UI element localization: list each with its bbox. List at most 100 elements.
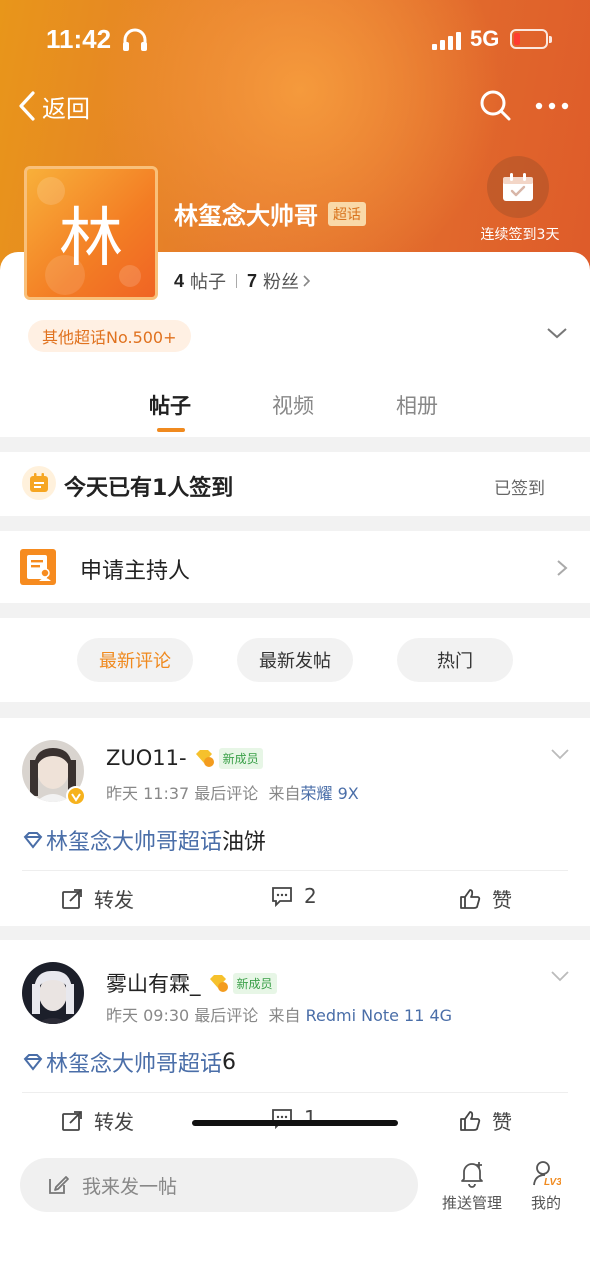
headphone-icon bbox=[123, 28, 147, 51]
divider bbox=[22, 870, 568, 871]
back-button[interactable]: 返回 bbox=[16, 88, 90, 124]
active-tab-indicator bbox=[157, 428, 185, 432]
comment-icon bbox=[272, 1109, 292, 1130]
chevron-down-icon[interactable] bbox=[550, 970, 570, 982]
post-meta: 昨天 09:30 最后评论 来自 Redmi Note 11 4G bbox=[106, 1002, 452, 1026]
device-name[interactable]: 荣耀 9X bbox=[300, 784, 358, 803]
compose-placeholder: 我来发一帖 bbox=[82, 1175, 178, 1198]
like-label: 赞 bbox=[492, 888, 512, 912]
checkin-count-text: 今天已有1人签到 bbox=[64, 476, 234, 501]
source-prefix: 来自 bbox=[268, 784, 301, 803]
search-icon[interactable] bbox=[478, 88, 512, 122]
thumbs-up-icon bbox=[460, 1110, 481, 1131]
user-level-icon: LV3 bbox=[533, 1161, 561, 1188]
username[interactable]: 雾山有霖_ bbox=[106, 968, 201, 998]
supertopic-diamond-icon bbox=[23, 832, 43, 849]
tab-posts[interactable]: 帖子 bbox=[149, 390, 191, 420]
push-management-label: 推送管理 bbox=[441, 1194, 502, 1212]
fans-count[interactable]: 7 bbox=[247, 271, 257, 292]
calendar-icon bbox=[22, 466, 56, 500]
topic-title: 林玺念大帅哥 超话 bbox=[174, 196, 366, 231]
sort-filter-bar: 最新评论 最新发帖 热门 bbox=[0, 618, 590, 702]
compose-post-input[interactable]: 我来发一帖 bbox=[20, 1158, 418, 1212]
repost-icon bbox=[62, 888, 82, 909]
repost-icon bbox=[62, 1110, 82, 1131]
home-indicator bbox=[192, 1120, 398, 1126]
post-content: 林玺念大帅哥超话 油饼 bbox=[22, 824, 266, 856]
tab-videos[interactable]: 视频 bbox=[272, 390, 314, 420]
chevron-right-icon bbox=[557, 560, 568, 576]
comment-count: 1 bbox=[304, 1106, 317, 1130]
verified-badge-icon bbox=[66, 786, 86, 806]
apply-host-label: 申请主持人 bbox=[80, 559, 191, 584]
source-prefix: 来自 bbox=[268, 1006, 301, 1025]
chevron-down-icon[interactable] bbox=[546, 326, 568, 340]
my-profile-label: 我的 bbox=[530, 1194, 561, 1212]
post-meta: 昨天 11:37 最后评论 来自荣耀 9X bbox=[106, 780, 359, 804]
post-text: 6 bbox=[222, 1049, 237, 1075]
posts-count: 4 bbox=[174, 270, 185, 291]
checkin-bar: 今天已有1人签到 已签到 bbox=[0, 452, 590, 516]
checked-in-status[interactable]: 已签到 bbox=[494, 474, 545, 499]
post-username-row: ZUO11- 新成员 bbox=[106, 746, 263, 770]
chevron-down-icon[interactable] bbox=[550, 748, 570, 760]
fans-label[interactable]: 粉丝 bbox=[263, 268, 299, 294]
like-button[interactable]: 赞 bbox=[458, 884, 512, 913]
calendar-check-icon bbox=[503, 173, 533, 201]
thumbs-up-icon bbox=[460, 888, 481, 909]
bell-plus-icon bbox=[461, 1162, 483, 1188]
post-time: 昨天 09:30 最后评论 bbox=[106, 1006, 259, 1025]
topic-stats: 4 帖子 7 粉丝 bbox=[174, 268, 312, 294]
topic-avatar-char: 林 bbox=[59, 202, 123, 276]
filter-latest-comments[interactable]: 最新评论 bbox=[77, 638, 193, 682]
filter-hot[interactable]: 热门 bbox=[397, 638, 513, 682]
username[interactable]: ZUO11- bbox=[106, 746, 187, 770]
repost-label: 转发 bbox=[94, 888, 134, 912]
repost-button[interactable]: 转发 bbox=[60, 884, 134, 913]
new-member-badge: 新成员 bbox=[218, 747, 263, 769]
post-card[interactable]: ZUO11- 新成员 昨天 11:37 最后评论 来自荣耀 9X 林玺念大帅哥超… bbox=[0, 718, 590, 926]
host-application-icon bbox=[20, 549, 56, 585]
battery-icon bbox=[510, 29, 552, 49]
topic-avatar[interactable]: 林 bbox=[24, 166, 158, 300]
supertopic-badge: 超话 bbox=[328, 201, 366, 226]
supertopic-tag-link[interactable]: 林玺念大帅哥超话 bbox=[46, 824, 222, 856]
chevron-left-icon bbox=[19, 91, 35, 121]
comment-button[interactable]: 2 bbox=[270, 884, 317, 908]
supertopic-diamond-icon bbox=[23, 1054, 43, 1071]
post-username-row: 雾山有霖_ 新成员 bbox=[106, 968, 277, 998]
comment-icon bbox=[272, 887, 292, 908]
like-button[interactable]: 赞 bbox=[458, 1106, 512, 1135]
status-bar: 11:42 5G bbox=[0, 0, 590, 80]
avatar[interactable] bbox=[22, 962, 84, 1024]
back-label: 返回 bbox=[42, 94, 90, 123]
post-content: 林玺念大帅哥超话 6 bbox=[22, 1046, 236, 1078]
more-icon[interactable] bbox=[534, 96, 570, 116]
bottom-bar: 我来发一帖 推送管理 LV3 我的 bbox=[0, 1140, 590, 1280]
signal-icon bbox=[432, 30, 462, 50]
rank-badge[interactable]: 其他超话No.500+ bbox=[28, 320, 191, 352]
push-management-button[interactable]: 推送管理 bbox=[432, 1158, 512, 1213]
repost-button[interactable]: 转发 bbox=[60, 1106, 134, 1135]
apply-host-row[interactable]: 申请主持人 bbox=[0, 531, 590, 603]
post-time: 昨天 11:37 最后评论 bbox=[106, 784, 259, 803]
comment-count: 2 bbox=[304, 884, 317, 908]
device-name[interactable]: Redmi Note 11 4G bbox=[306, 1006, 453, 1025]
posts-label: 帖子 bbox=[190, 272, 227, 293]
fan-level-gem-icon bbox=[195, 750, 214, 767]
filter-latest-posts[interactable]: 最新发帖 bbox=[237, 638, 353, 682]
level-text: LV3 bbox=[544, 1177, 561, 1188]
supertopic-tag-link[interactable]: 林玺念大帅哥超话 bbox=[46, 1046, 222, 1078]
edit-icon bbox=[49, 1176, 69, 1194]
post-card[interactable]: 雾山有霖_ 新成员 昨天 09:30 最后评论 来自 Redmi Note 11… bbox=[0, 940, 590, 1140]
checkin-button[interactable] bbox=[487, 156, 549, 218]
repost-label: 转发 bbox=[94, 1110, 134, 1134]
post-text: 油饼 bbox=[222, 830, 267, 855]
content-tabs: 帖子 视频 相册 bbox=[0, 390, 590, 430]
comment-button[interactable]: 1 bbox=[270, 1106, 317, 1130]
my-profile-button[interactable]: LV3 我的 bbox=[518, 1158, 574, 1213]
tab-albums[interactable]: 相册 bbox=[396, 390, 438, 420]
checkin-streak: 连续签到3天 bbox=[480, 227, 560, 243]
topic-name: 林玺念大帅哥 bbox=[174, 202, 318, 230]
status-time: 11:42 bbox=[46, 24, 112, 54]
